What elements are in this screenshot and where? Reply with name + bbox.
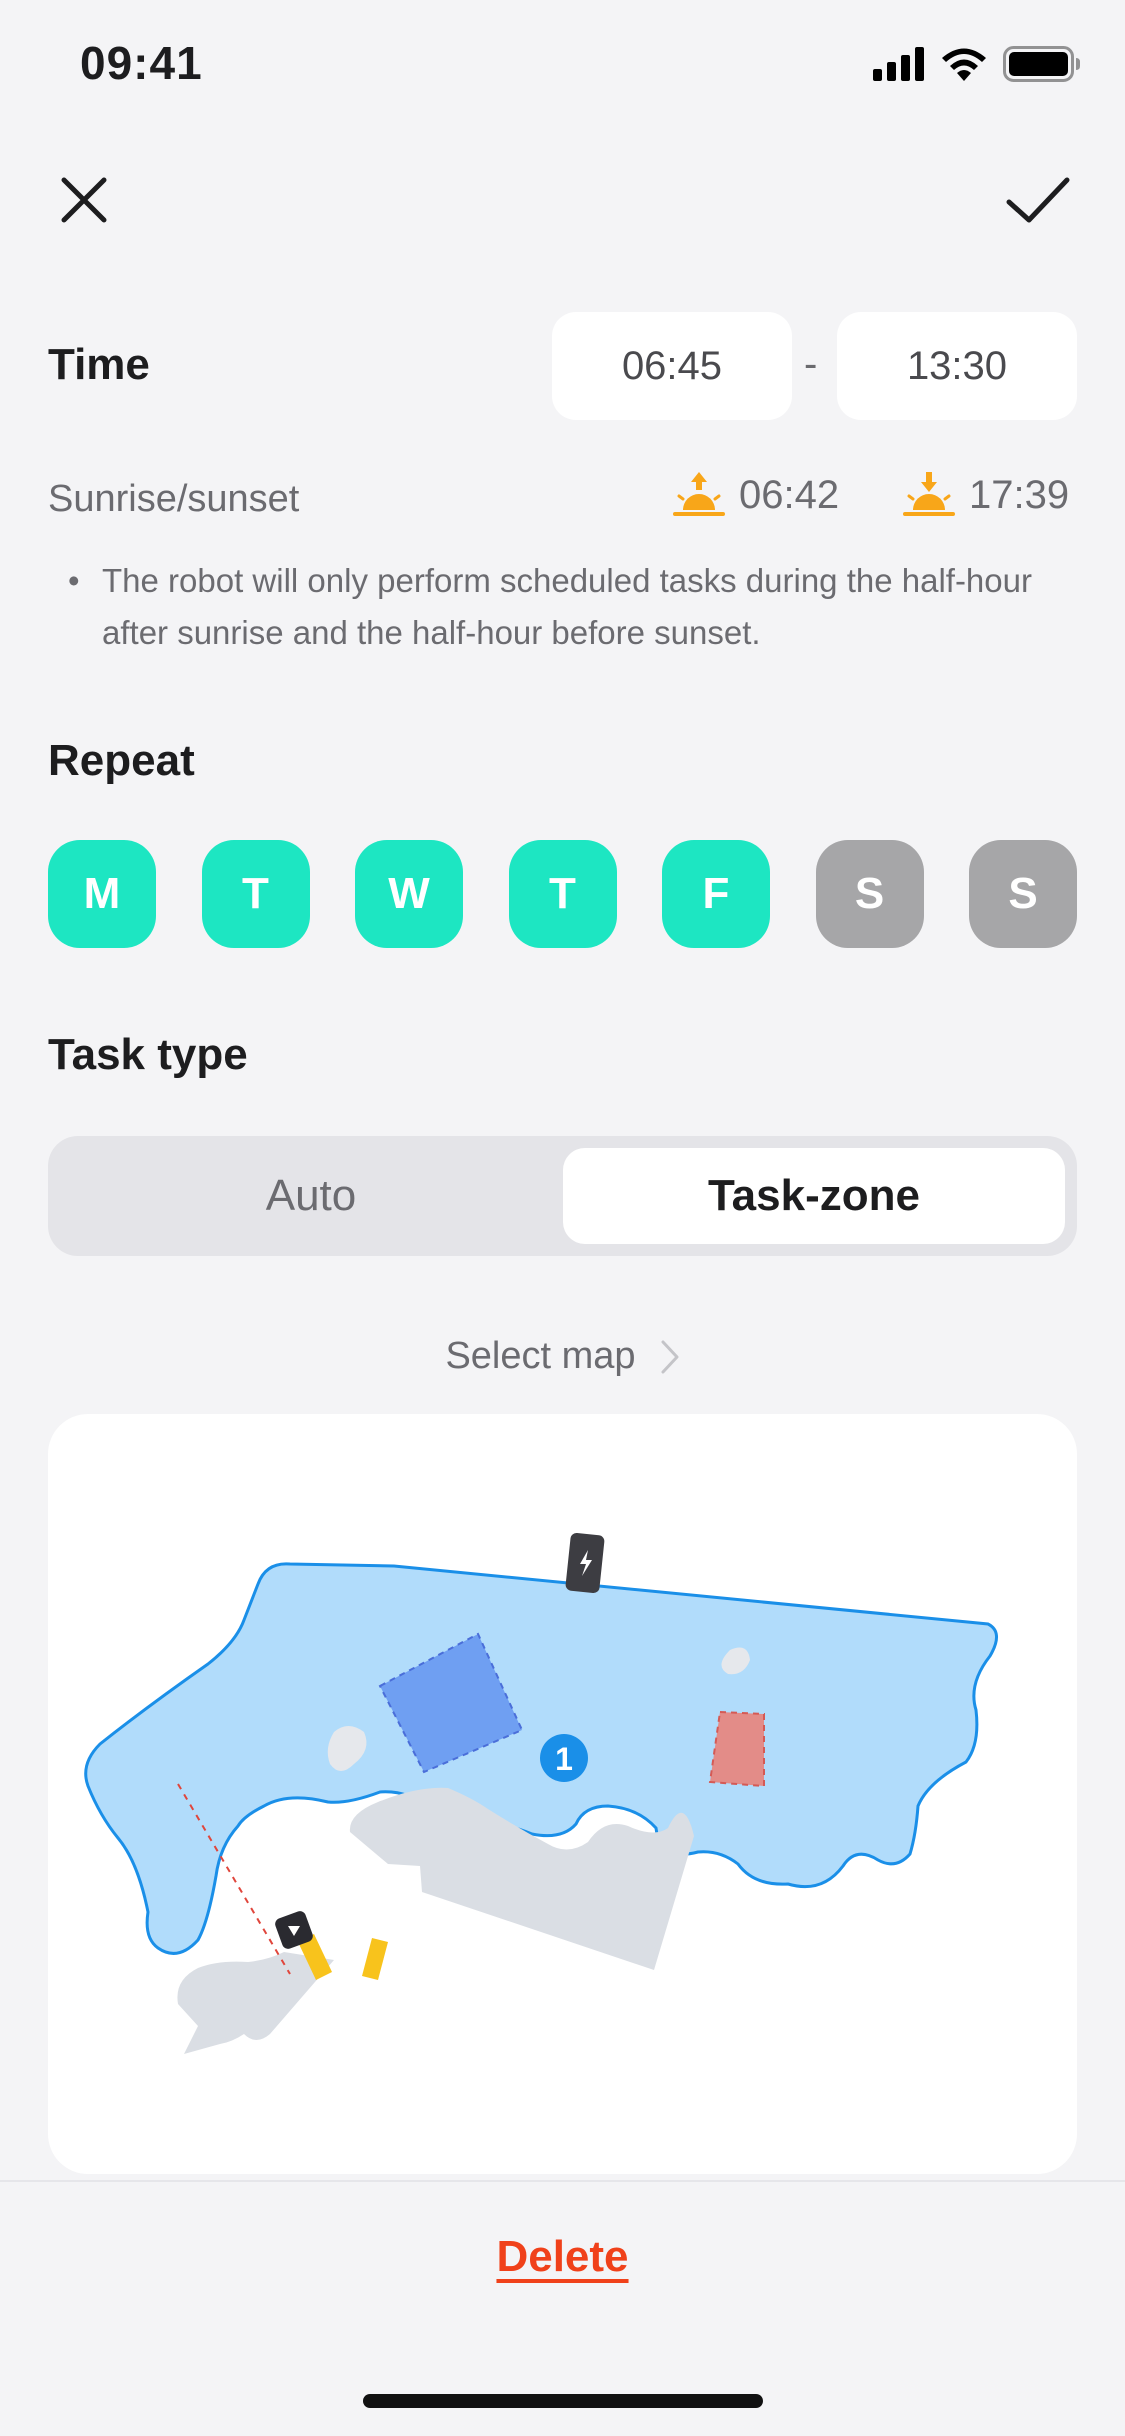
day-monday[interactable]: M [48,840,156,948]
end-time-picker[interactable]: 13:30 [837,312,1077,420]
battery-icon [1003,46,1080,82]
channel-path [362,1938,388,1980]
task-type-auto[interactable]: Auto [60,1148,562,1244]
repeat-title: Repeat [48,736,195,785]
time-separator: - [804,342,818,386]
day-saturday[interactable]: S [815,840,924,948]
task-type-task-zone[interactable]: Task-zone [563,1148,1065,1244]
day-friday[interactable]: F [662,840,770,948]
map-card[interactable]: 1 [48,1414,1077,2174]
home-indicator[interactable] [363,2394,763,2408]
sunrise-time: 06:42 [739,472,840,517]
bullet: • [68,562,80,599]
task-type-title: Task type [48,1030,248,1079]
chevron-right-icon [661,1340,679,1373]
close-icon[interactable] [52,168,116,232]
sunrise-icon [673,472,725,516]
status-icons [873,46,1081,82]
status-time: 09:41 [80,37,203,89]
status-bar: 09:41 [0,0,1125,130]
sunset-icon [903,472,955,516]
nav-bar [0,160,1125,240]
start-time-picker[interactable]: 06:45 [552,312,792,420]
select-map-label: Select map [445,1335,636,1377]
sunrise-info: 06:42 [673,470,839,520]
zone-number-badge[interactable]: 1 [540,1734,588,1782]
day-tuesday[interactable]: T [201,840,310,948]
day-thursday[interactable]: T [508,840,617,948]
weekday-selector: M T W T F S S [48,840,1077,948]
day-sunday[interactable]: S [969,840,1077,948]
time-label: Time [48,340,150,389]
schedule-note-text: The robot will only perform scheduled ta… [102,562,1032,651]
task-type-segmented-control: Auto Task-zone [48,1136,1077,1256]
sunrise-sunset-label: Sunrise/sunset [48,478,300,520]
select-map-link[interactable]: Select map [0,1335,1125,1378]
charging-station-icon[interactable] [565,1532,605,1594]
schedule-note: • The robot will only perform scheduled … [68,555,1068,659]
day-wednesday[interactable]: W [355,840,463,948]
time-row: Time 06:45 - 13:30 [48,312,1077,420]
delete-button[interactable]: Delete [0,2232,1125,2282]
zone-number: 1 [555,1741,573,1777]
wifi-icon [942,48,986,81]
sunset-info: 17:39 [903,470,1069,520]
cellular-signal-icon [873,47,924,81]
checkmark-icon[interactable] [1003,168,1073,232]
schedule-edit-screen: 09:41 Time 06:45 - 13:30 Sunrise/sunset … [0,0,1125,2436]
lawn-map[interactable]: 1 [48,1414,1077,2174]
sunrise-sunset-row: Sunrise/sunset 06:42 17:39 [48,470,1077,530]
sunset-time: 17:39 [969,472,1070,517]
